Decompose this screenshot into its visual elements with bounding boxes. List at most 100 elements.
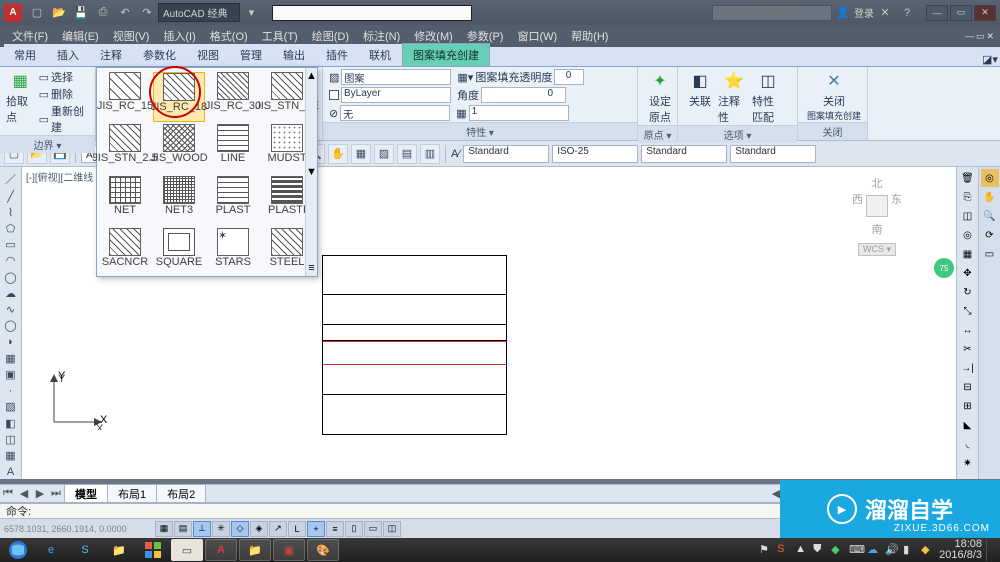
rtab-manage[interactable]: 管理 [230, 44, 273, 66]
show-desktop-button[interactable] [986, 539, 994, 561]
osnap-button[interactable]: ◇ [231, 521, 249, 537]
array-tool-icon[interactable]: ▦ [959, 245, 977, 263]
hatch-jis-stn-25[interactable]: JIS_STN_2.5 [99, 124, 151, 174]
viewport-label[interactable]: [-][俯视][二维线 [26, 169, 93, 184]
qat-open-icon[interactable]: 📂 [50, 4, 68, 22]
tray-yellow-icon[interactable]: ◆ [921, 543, 935, 557]
tray-green-icon[interactable]: ◆ [831, 543, 845, 557]
hatch-plast[interactable]: PLAST [207, 176, 259, 226]
layout-next-icon[interactable]: ▶ [32, 487, 48, 500]
tpy-button[interactable]: ▯ [345, 521, 363, 537]
task-generic-icon[interactable]: ▭ [171, 539, 203, 561]
app-logo[interactable]: A [4, 4, 22, 22]
polar-button[interactable]: ✳ [212, 521, 230, 537]
tray-net-icon[interactable]: ▮ [903, 543, 917, 557]
panel-options-title[interactable]: 选项 ▾ [678, 125, 797, 143]
fillet-tool-icon[interactable]: ◟ [959, 435, 977, 453]
dimstyle-dd[interactable]: ISO-25 [552, 145, 638, 163]
none-dropdown[interactable]: 无 [340, 105, 450, 121]
login-icon[interactable]: 👤 [834, 4, 852, 22]
menu-window[interactable]: 窗口(W) [511, 26, 563, 46]
task-app-icon[interactable]: ▣ [273, 539, 305, 561]
tb-icon-11[interactable]: ▥ [420, 144, 440, 164]
scale-value[interactable]: 1 [469, 105, 569, 121]
panel-boundaries-title[interactable]: 边界 ▾ [0, 135, 95, 153]
layout-first-icon[interactable]: ⏮ [0, 487, 16, 500]
explode-tool-icon[interactable]: ✷ [959, 454, 977, 472]
task-explorer-icon[interactable]: 📁 [103, 539, 135, 561]
qat-new-icon[interactable]: ▢ [28, 4, 46, 22]
rtab-output[interactable]: 输出 [273, 44, 316, 66]
trim-tool-icon[interactable]: ✂ [959, 340, 977, 358]
annot-button[interactable]: ⭐注释性 [718, 69, 750, 125]
menu-tools[interactable]: 工具(T) [256, 26, 304, 46]
tray-vol-icon[interactable]: 🔊 [885, 543, 899, 557]
hatch-net3[interactable]: NET3 [153, 176, 205, 226]
color-dropdown[interactable]: ByLayer [341, 87, 451, 103]
qat-undo-icon[interactable]: ↶ [116, 4, 134, 22]
menu-draw[interactable]: 绘图(D) [306, 26, 355, 46]
join-tool-icon[interactable]: ⊞ [959, 397, 977, 415]
doc-min-icon[interactable]: — [965, 31, 974, 42]
panel-origin-title[interactable]: 原点 ▾ [638, 125, 677, 143]
viewcube[interactable]: 北 西东 南 WCS ▾ [852, 175, 902, 245]
opacity-value[interactable]: 0 [554, 69, 584, 85]
clock-date[interactable]: 2016/8/3 [939, 550, 982, 561]
textstyle-dd[interactable]: Standard [463, 145, 549, 163]
rtab-insert[interactable]: 插入 [47, 44, 90, 66]
help-icon[interactable]: ? [898, 4, 916, 22]
tb-icon-8[interactable]: ▦ [351, 144, 371, 164]
menu-insert[interactable]: 插入(I) [157, 26, 201, 46]
rtab-addins[interactable]: 插件 [316, 44, 359, 66]
navbar-zoom-icon[interactable]: 🔍 [981, 207, 999, 225]
extend-tool-icon[interactable]: →| [959, 359, 977, 377]
hatch-square[interactable]: SQUARE [153, 228, 205, 278]
xline-tool-icon[interactable]: ╱ [3, 189, 19, 203]
mlstyle-dd[interactable]: Standard [730, 145, 816, 163]
qat-redo-icon[interactable]: ↷ [138, 4, 156, 22]
move-tool-icon[interactable]: ✥ [959, 264, 977, 282]
layout-last-icon[interactable]: ⏭ [48, 487, 64, 500]
menu-dim[interactable]: 标注(N) [357, 26, 406, 46]
ellipse-tool-icon[interactable]: ◯ [3, 319, 19, 333]
ducs-button[interactable]: L [288, 521, 306, 537]
block-tool-icon[interactable]: ▣ [3, 367, 19, 381]
wcs-dropdown[interactable]: WCS ▾ [858, 243, 896, 256]
3dosnap-button[interactable]: ◈ [250, 521, 268, 537]
workspace-dropdown[interactable]: AutoCAD 经典 [158, 3, 240, 22]
navbar-wheel-icon[interactable]: ◎ [981, 169, 999, 187]
task-paint-icon[interactable]: 🎨 [307, 539, 339, 561]
qat-print-icon[interactable]: ⎙ [94, 4, 112, 22]
start-button[interactable] [2, 539, 34, 561]
mirror-tool-icon[interactable]: ◫ [959, 207, 977, 225]
tray-blue-icon[interactable]: ☁ [867, 543, 881, 557]
remove-button[interactable]: ▭删除 [39, 86, 89, 102]
hatch-line[interactable]: LINE [207, 124, 259, 174]
insert-tool-icon[interactable]: ▦ [3, 351, 19, 365]
login-label[interactable]: 登录 [854, 5, 874, 20]
arc-tool-icon[interactable]: ◠ [3, 254, 19, 268]
notification-bubble[interactable]: 75 [934, 258, 954, 278]
layout2-tab[interactable]: 布局2 [156, 484, 206, 504]
angle-value[interactable]: 0 [481, 87, 566, 103]
exchange-icon[interactable]: ✕ [876, 4, 894, 22]
rtab-param[interactable]: 参数化 [133, 44, 187, 66]
pline-tool-icon[interactable]: ⌇ [3, 205, 19, 219]
task-switch-icon[interactable] [137, 539, 169, 561]
hatch-jis-rc-15[interactable]: JIS_RC_15 [99, 72, 151, 122]
menu-help[interactable]: 帮助(H) [565, 26, 614, 46]
qat-more-icon[interactable]: ▾ [242, 4, 260, 22]
hatch-gallery[interactable]: JIS_RC_15 JIS_RC_18 JIS_RC_30 JIS_STN_1E… [96, 67, 318, 277]
rotate-tool-icon[interactable]: ↻ [959, 283, 977, 301]
rtab-online[interactable]: 联机 [359, 44, 402, 66]
navbar-pan-icon[interactable]: ✋ [981, 188, 999, 206]
title-input[interactable] [272, 5, 472, 21]
spline-tool-icon[interactable]: ∿ [3, 303, 19, 317]
panel-props-title[interactable]: 特性 ▾ [323, 122, 637, 140]
qat-save-icon[interactable]: 💾 [72, 4, 90, 22]
gallery-scrollbar[interactable]: ▲▼≡ [305, 68, 317, 276]
ribbon-toggle-icon[interactable]: ◪▾ [980, 53, 1000, 66]
close-hatch-button[interactable]: ✕ 关闭 图案填充创建 [804, 69, 864, 122]
sc-button[interactable]: ◫ [383, 521, 401, 537]
maximize-button[interactable]: ▭ [950, 5, 972, 21]
